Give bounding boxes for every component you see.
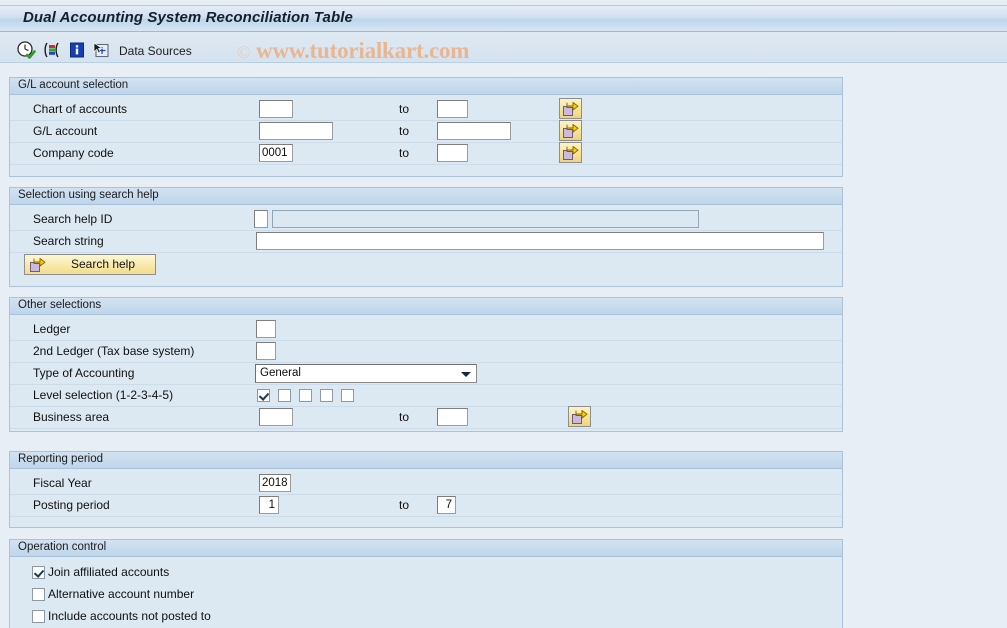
company-code-label: Company code <box>33 146 114 160</box>
arrow-right-icon <box>563 102 579 116</box>
level-selection-checkbox-3[interactable] <box>299 389 312 402</box>
panel-header-reporting-period: Reporting period <box>10 452 842 469</box>
business-area-label: Business area <box>33 410 110 424</box>
company-code-input[interactable] <box>259 144 293 162</box>
level-selection-checkbox-4[interactable] <box>320 389 333 402</box>
panel-header-search-help: Selection using search help <box>10 188 842 205</box>
panel-header-gl-account-selection: G/L account selection <box>10 78 842 95</box>
table-row: 2nd Ledger (Tax base system) <box>10 341 842 363</box>
level-selection-checkbox-5[interactable] <box>341 389 354 402</box>
type-of-accounting-value: General <box>260 367 301 379</box>
table-row: Posting period to <box>10 495 842 517</box>
panel-header-operation-control: Operation control <box>10 540 842 557</box>
arrow-right-icon <box>563 146 579 160</box>
alternative-account-number-label: Alternative account number <box>48 587 195 601</box>
join-affiliated-accounts-label: Join affiliated accounts <box>48 565 170 579</box>
table-row: Ledger <box>10 319 842 341</box>
alternative-account-number-checkbox[interactable] <box>32 588 45 601</box>
fiscal-year-label: Fiscal Year <box>33 476 92 490</box>
table-row: Search string <box>10 231 842 253</box>
search-help-button[interactable]: Search help <box>24 254 156 275</box>
chart-of-accounts-label: Chart of accounts <box>33 102 128 116</box>
gl-account-input[interactable] <box>259 122 333 140</box>
search-help-id-label: Search help ID <box>33 212 113 226</box>
posting-period-label: Posting period <box>33 498 110 512</box>
gl-account-label: G/L account <box>33 124 98 138</box>
panel-header-label: Other selections <box>18 299 102 311</box>
table-row: Level selection (1-2-3-4-5) <box>10 385 842 407</box>
panel-header-label: G/L account selection <box>18 79 129 91</box>
to-label: to <box>399 146 410 160</box>
to-label: to <box>399 124 410 138</box>
include-accounts-not-posted-to-label: Include accounts not posted to <box>48 609 211 623</box>
search-help-id-description <box>272 210 699 228</box>
multiple-selection-company-code-button[interactable] <box>559 142 582 163</box>
to-label: to <box>399 498 410 512</box>
table-row: Company code to <box>10 143 842 165</box>
page-title: Dual Accounting System Reconciliation Ta… <box>23 9 353 26</box>
arrow-right-icon <box>29 257 46 276</box>
window-title-bar: Dual Accounting System Reconciliation Ta… <box>0 5 1007 32</box>
watermark-text: www.tutorialkart.com <box>256 38 470 63</box>
watermark: © www.tutorialkart.com <box>237 38 469 64</box>
copyright-icon: © <box>237 42 251 62</box>
chart-of-accounts-to-input[interactable] <box>437 100 468 118</box>
variant-colorbars-icon[interactable] <box>42 40 62 60</box>
gl-account-to-input[interactable] <box>437 122 511 140</box>
posting-period-to-input[interactable] <box>437 496 456 514</box>
panel-reporting-period: Reporting period Fiscal Year Posting per… <box>9 451 843 528</box>
multiple-selection-gl-account-button[interactable] <box>559 120 582 141</box>
posting-period-input[interactable] <box>259 496 279 514</box>
type-of-accounting-select[interactable]: General <box>255 364 477 383</box>
include-accounts-not-posted-to-checkbox[interactable] <box>32 610 45 623</box>
type-of-accounting-label: Type of Accounting <box>33 366 135 380</box>
fiscal-year-input[interactable] <box>259 474 291 492</box>
second-ledger-input[interactable] <box>256 342 276 360</box>
search-string-label: Search string <box>33 234 104 248</box>
business-area-to-input[interactable] <box>437 408 468 426</box>
sap-selection-screen: Dual Accounting System Reconciliation Ta… <box>0 0 1007 628</box>
panel-header-other-selections: Other selections <box>10 298 842 315</box>
table-row: Search help ID <box>10 209 842 231</box>
table-row: Fiscal Year <box>10 473 842 495</box>
data-sources-label[interactable]: Data Sources <box>119 44 192 58</box>
execute-clock-icon[interactable] <box>16 40 36 60</box>
arrow-right-icon <box>572 410 588 424</box>
search-string-input[interactable] <box>256 232 824 250</box>
level-selection-checkbox-2[interactable] <box>278 389 291 402</box>
level-selection-checkbox-1[interactable] <box>257 389 270 402</box>
arrow-right-icon <box>563 124 579 138</box>
chevron-down-icon <box>461 372 471 377</box>
panel-operation-control: Operation control Join affiliated accoun… <box>9 539 843 628</box>
table-row: G/L account to <box>10 121 842 143</box>
table-row: Type of Accounting General <box>10 363 842 385</box>
table-row: Business area to <box>10 407 842 429</box>
info-icon[interactable] <box>67 40 87 60</box>
panel-header-label: Selection using search help <box>18 189 159 201</box>
to-label: to <box>399 410 410 424</box>
ledger-input[interactable] <box>256 320 276 338</box>
search-help-id-input[interactable] <box>254 210 268 228</box>
multiple-selection-business-area-button[interactable] <box>568 406 591 427</box>
level-selection-label: Level selection (1-2-3-4-5) <box>33 388 174 402</box>
panel-other-selections: Other selections Ledger 2nd Ledger (Tax … <box>9 297 843 432</box>
select-layout-icon[interactable] <box>91 40 111 60</box>
second-ledger-label: 2nd Ledger (Tax base system) <box>33 344 195 358</box>
join-affiliated-accounts-checkbox[interactable] <box>32 566 45 579</box>
panel-header-label: Reporting period <box>18 453 104 465</box>
company-code-to-input[interactable] <box>437 144 468 162</box>
ledger-label: Ledger <box>33 322 71 336</box>
business-area-input[interactable] <box>259 408 293 426</box>
to-label: to <box>399 102 410 116</box>
chart-of-accounts-input[interactable] <box>259 100 293 118</box>
multiple-selection-chart-of-accounts-button[interactable] <box>559 98 582 119</box>
panel-header-label: Operation control <box>18 541 107 553</box>
panel-gl-account-selection: G/L account selection Chart of accounts … <box>9 77 843 177</box>
search-help-button-label: Search help <box>70 257 136 271</box>
table-row: Chart of accounts to <box>10 99 842 121</box>
